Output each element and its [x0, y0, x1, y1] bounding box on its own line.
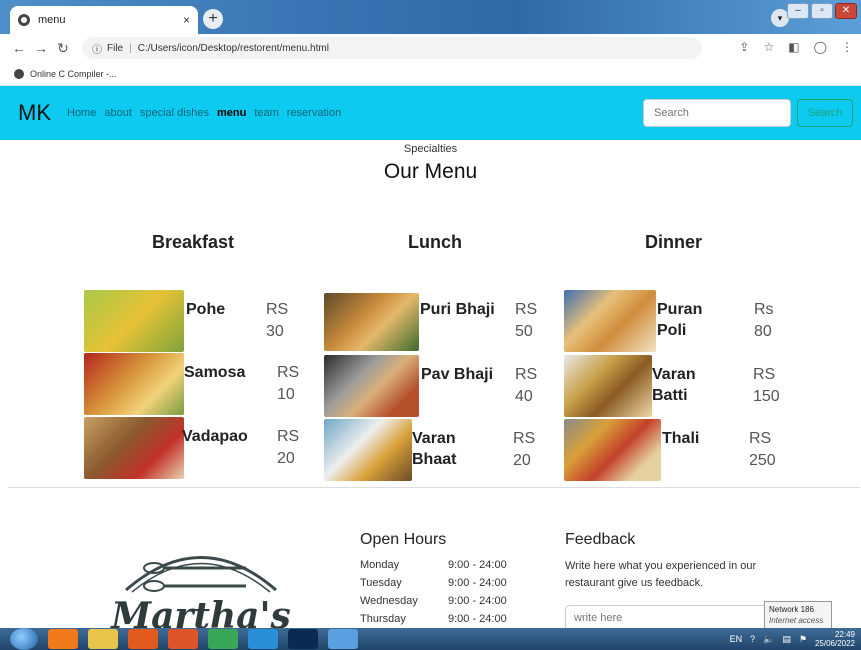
browser-tab-strip: menu × + ▾ – ▫ ✕ [0, 0, 861, 34]
folder-icon[interactable] [88, 629, 118, 649]
firefox-icon[interactable] [128, 629, 158, 649]
reload-icon[interactable]: ↻ [52, 40, 74, 57]
dish-price: RS 150 [753, 366, 780, 405]
dish-name: Pav Bhaji [421, 366, 494, 383]
dish-price: RS 10 [277, 364, 300, 403]
new-tab-button[interactable]: + [203, 9, 223, 29]
search-button[interactable]: Search [797, 99, 853, 127]
maximize-button[interactable]: ▫ [811, 3, 833, 19]
back-arrow-icon[interactable]: ← [8, 40, 30, 56]
tab-title: menu [38, 14, 66, 26]
nav-link-home[interactable]: Home [67, 107, 96, 119]
close-window-button[interactable]: ✕ [835, 3, 857, 19]
browser-tab[interactable]: menu × [10, 6, 198, 34]
hours-row: Wednesday 9:00 - 24:00 [360, 595, 507, 607]
dish-name: Vadapao [182, 428, 248, 445]
address-bar-row: ← → ↻ ⓘ File | C:/Users/icon/Desktop/res… [0, 34, 861, 62]
dish-name: Puri Bhaji [420, 301, 495, 318]
vlc-icon[interactable] [48, 629, 78, 649]
photoshop-icon[interactable] [288, 629, 318, 649]
dish-name: Pohe [186, 301, 226, 318]
language-indicator[interactable]: EN [730, 634, 743, 644]
dish-name: Varan Bhaat [412, 430, 457, 468]
clock[interactable]: 22:49 25/06/2022 [815, 630, 855, 648]
dish-image-varan-batti [564, 355, 652, 417]
feedback-description: Write here what you experienced in our r… [565, 560, 757, 589]
bookmark-item[interactable]: Online C Compiler -... [30, 69, 117, 79]
dish-image-puran-poli [564, 290, 656, 352]
column-heading-breakfast: Breakfast [152, 232, 235, 252]
chrome-icon[interactable] [208, 629, 238, 649]
dish-name: Thali [662, 430, 700, 447]
network-tooltip: Network 186 Internet access [764, 601, 832, 629]
globe-icon [14, 68, 24, 79]
nav-link-about[interactable]: about [104, 107, 132, 119]
dish-name: Puran Poli [657, 301, 703, 339]
dish-price: RS 20 [277, 428, 300, 467]
dish-price: RS 30 [266, 301, 289, 340]
system-tray: EN ? 🔈 ▤ ⚑ 22:49 25/06/2022 [730, 630, 855, 648]
hours-row: Thursday 9:00 - 24:00 [360, 613, 507, 625]
dish-price: RS 20 [513, 430, 536, 469]
column-heading-lunch: Lunch [408, 232, 462, 252]
media-player-icon[interactable] [168, 629, 198, 649]
help-icon[interactable]: ? [750, 634, 755, 644]
bookmark-star-icon[interactable]: ☆ [763, 40, 774, 54]
flag-icon[interactable]: ⚑ [799, 634, 807, 645]
section-divider [8, 487, 860, 488]
network-icon[interactable]: ▤ [782, 634, 791, 645]
nav-link-reservation[interactable]: reservation [287, 107, 341, 119]
restaurant-logo: Martha's [96, 530, 306, 637]
brand-logo[interactable]: MK [18, 100, 51, 126]
url-text: C:/Users/icon/Desktop/restorent/menu.htm… [137, 42, 329, 54]
dish-name: Samosa [184, 364, 246, 381]
dish-image-thali [564, 419, 661, 481]
share-icon[interactable]: ⇪ [739, 40, 749, 54]
nav-link-menu[interactable]: menu [217, 107, 246, 119]
globe-icon [18, 14, 30, 26]
toolbar-icons: ⇪ ☆ ◧ ◯ ⋮ [739, 40, 853, 54]
info-icon[interactable]: ⓘ [92, 41, 102, 56]
logo-text: Martha's [109, 595, 291, 630]
search-input[interactable] [643, 99, 791, 127]
windows-taskbar: EN ? 🔈 ▤ ⚑ 22:49 25/06/2022 [0, 628, 861, 650]
window-controls: – ▫ ✕ [787, 3, 857, 19]
dish-name: Varan Batti [652, 366, 696, 404]
url-box[interactable]: ⓘ File | C:/Users/icon/Desktop/restorent… [82, 37, 702, 59]
bookmarks-bar: Online C Compiler -... [0, 62, 861, 86]
dish-price: RS 40 [515, 366, 538, 405]
dish-price: RS 250 [749, 430, 776, 469]
dish-image-pohe [84, 290, 184, 352]
profile-icon[interactable]: ◯ [814, 40, 827, 54]
url-separator: | [129, 42, 132, 54]
dish-image-varan-bhaat [324, 419, 412, 481]
sidepanel-icon[interactable]: ◧ [788, 40, 799, 54]
dish-image-pav-bhaji [324, 355, 419, 417]
kebab-menu-icon[interactable]: ⋮ [841, 40, 853, 54]
menu-subtitle: Specialties [403, 143, 458, 155]
site-navbar: MK Home about special dishes menu team r… [0, 86, 861, 140]
dish-image-samosa [84, 353, 184, 415]
dish-price: Rs 80 [754, 301, 774, 340]
nav-link-special-dishes[interactable]: special dishes [140, 107, 209, 119]
dish-price: RS 50 [515, 301, 538, 340]
hours-row: Tuesday 9:00 - 24:00 [360, 577, 507, 589]
volume-icon[interactable]: 🔈 [763, 634, 774, 645]
minimize-button[interactable]: – [787, 3, 809, 19]
hours-row: Monday 9:00 - 24:00 [360, 559, 507, 571]
open-hours-title: Open Hours [360, 531, 447, 548]
ie-icon[interactable] [248, 629, 278, 649]
app-icon[interactable] [328, 629, 358, 649]
tab-close-icon[interactable]: × [183, 13, 190, 27]
nav-link-team[interactable]: team [254, 107, 278, 119]
feedback-title: Feedback [565, 531, 636, 548]
column-heading-dinner: Dinner [645, 232, 703, 252]
start-button[interactable] [10, 628, 38, 650]
url-scheme: File [107, 42, 124, 54]
dish-image-vadapao [84, 417, 184, 479]
dish-image-puri-bhaji [324, 293, 419, 351]
page-title: Our Menu [383, 160, 478, 183]
forward-arrow-icon[interactable]: → [30, 40, 52, 56]
